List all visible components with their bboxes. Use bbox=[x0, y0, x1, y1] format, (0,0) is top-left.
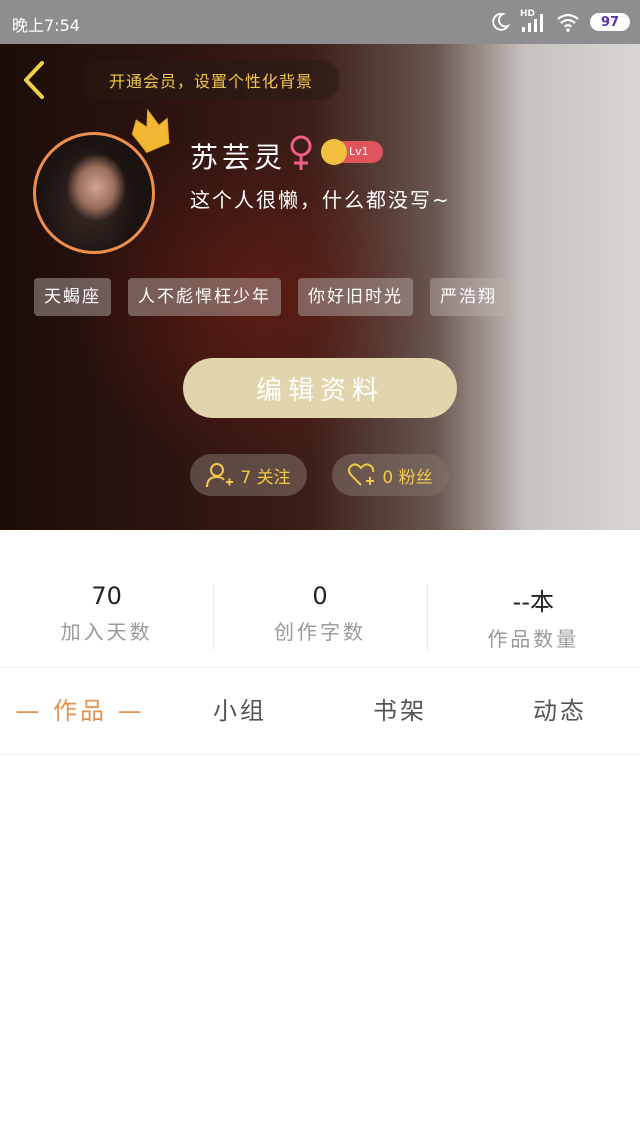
status-time: 晚上7:54 bbox=[12, 16, 80, 35]
level-badge: Lv1 bbox=[321, 139, 383, 165]
back-button[interactable] bbox=[14, 58, 54, 102]
stat-word-count: 0 创作字数 bbox=[213, 580, 426, 652]
stat-works-count: --本 作品数量 bbox=[426, 580, 640, 652]
profile-tabs: — 作品 — 小组 书架 动态 bbox=[0, 688, 640, 734]
followers-button[interactable]: 0 粉丝 bbox=[332, 454, 449, 496]
divider bbox=[0, 667, 640, 668]
stats-row: 70 加入天数 0 创作字数 --本 作品数量 bbox=[0, 580, 640, 652]
female-gender-icon bbox=[290, 135, 312, 170]
profile-header: 晚上7:54 HD 97 开通会员，设置个性化背景 苏芸灵 Lv1 这个人很懒，… bbox=[0, 0, 640, 530]
crown-icon bbox=[131, 108, 170, 154]
tag-item[interactable]: 天蝎座 bbox=[34, 278, 111, 316]
bio-text: 这个人很懒，什么都没写~ bbox=[190, 188, 451, 212]
vip-banner-button[interactable]: 开通会员，设置个性化背景 bbox=[82, 60, 340, 100]
status-icons: HD 97 bbox=[490, 8, 630, 36]
tab-activity[interactable]: 动态 bbox=[480, 688, 640, 734]
stat-value: 0 bbox=[312, 582, 328, 610]
tab-works[interactable]: — 作品 — bbox=[0, 688, 160, 734]
following-button[interactable]: 7 关注 bbox=[190, 454, 307, 496]
edit-profile-button[interactable]: 编辑资料 bbox=[183, 358, 457, 418]
stat-label: 作品数量 bbox=[487, 627, 580, 651]
level-label: Lv1 bbox=[349, 145, 369, 158]
wifi-icon bbox=[557, 13, 579, 32]
status-bar: 晚上7:54 HD 97 bbox=[0, 0, 640, 44]
tab-groups[interactable]: 小组 bbox=[160, 688, 320, 734]
following-label: 7 关注 bbox=[240, 467, 291, 488]
level-crown-icon bbox=[321, 139, 347, 165]
stat-label: 创作字数 bbox=[273, 620, 366, 644]
followers-label: 0 粉丝 bbox=[382, 467, 433, 488]
chevron-left-icon bbox=[24, 61, 44, 99]
stat-value: 70 bbox=[91, 582, 122, 610]
add-user-icon bbox=[206, 463, 234, 488]
tag-item[interactable]: 你好旧时光 bbox=[298, 278, 413, 316]
username: 苏芸灵 bbox=[190, 141, 287, 174]
tag-item[interactable]: 人不彪悍枉少年 bbox=[128, 278, 281, 316]
signal-icon: HD bbox=[520, 9, 546, 33]
stat-value: --本 bbox=[512, 588, 554, 616]
moon-icon bbox=[492, 12, 510, 31]
heart-plus-icon bbox=[348, 463, 375, 486]
stat-label: 加入天数 bbox=[60, 620, 153, 644]
tab-bookshelf[interactable]: 书架 bbox=[320, 688, 480, 734]
tag-list: 天蝎座 人不彪悍枉少年 你好旧时光 严浩翔 bbox=[34, 278, 507, 316]
divider bbox=[0, 754, 640, 755]
stat-join-days: 70 加入天数 bbox=[0, 580, 213, 652]
tag-item[interactable]: 严浩翔 bbox=[430, 278, 507, 316]
battery-indicator: 97 bbox=[590, 13, 630, 31]
